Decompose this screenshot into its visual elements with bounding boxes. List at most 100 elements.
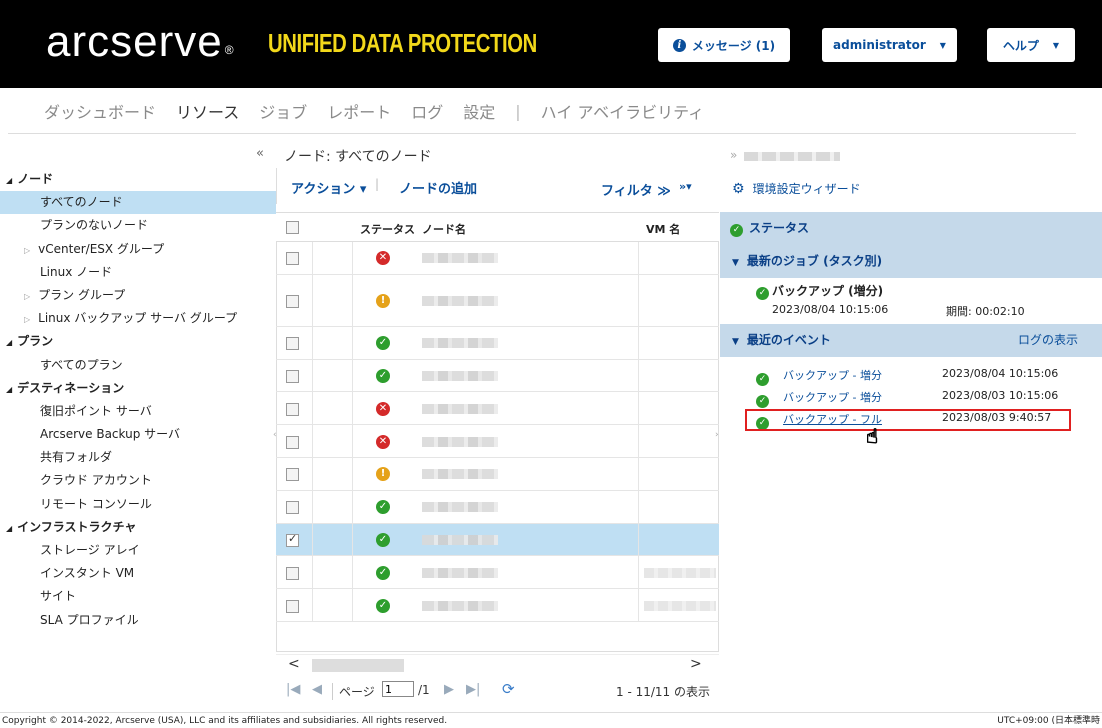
header-bar: arcserve ® UNIFIED DATA PROTECTION i メッセー… xyxy=(0,0,1102,88)
user-menu-button[interactable]: administrator ▼ xyxy=(822,28,957,62)
tree-item[interactable]: ▷ vCenter/ESX グループ xyxy=(0,238,276,261)
row-checkbox[interactable] xyxy=(286,252,299,266)
table-row[interactable]: ! xyxy=(276,458,719,491)
right-resize-grip[interactable]: › xyxy=(715,430,719,440)
tree-group[interactable]: ◢ プラン xyxy=(0,330,276,353)
table-row[interactable]: ✓ xyxy=(276,359,719,393)
col-divider xyxy=(312,490,313,523)
col-vm-name[interactable]: VM 名 xyxy=(646,221,680,237)
tree-item[interactable]: サイト xyxy=(0,585,276,608)
status-section-header[interactable]: ✓ ステータス xyxy=(720,212,1102,245)
menu-logs[interactable]: ログ xyxy=(411,99,443,123)
tree-item[interactable]: Linux ノード xyxy=(0,261,276,284)
latest-jobs-header[interactable]: ▼ 最新のジョブ (タスク別) xyxy=(720,245,1102,278)
hand-cursor-icon: ☝ xyxy=(865,424,879,449)
menu-resources[interactable]: リソース xyxy=(176,99,239,123)
tree-item[interactable]: Arcserve Backup サーバ xyxy=(0,423,276,446)
tree-item[interactable]: ▷ Linux バックアップ サーバ グループ xyxy=(0,307,276,330)
expanded-arrow-icon[interactable]: ◢ xyxy=(6,338,12,347)
first-page-icon[interactable]: |◀ xyxy=(286,682,300,697)
left-resize-grip[interactable]: ‹ xyxy=(273,430,277,440)
tree-label: ノード xyxy=(17,172,54,186)
more-options-button[interactable]: »▾ xyxy=(679,180,692,193)
actions-menu[interactable]: アクション ▾ xyxy=(291,178,366,197)
row-checkbox[interactable] xyxy=(286,435,299,449)
row-checkbox[interactable] xyxy=(286,294,299,308)
table-row[interactable]: ✓ xyxy=(276,523,719,557)
menu-settings[interactable]: 設定 xyxy=(463,99,495,123)
page-input[interactable] xyxy=(382,681,414,697)
expanded-arrow-icon[interactable]: ◢ xyxy=(6,176,12,185)
menu-separator: | xyxy=(515,101,521,121)
tree-item[interactable]: クラウド アカウント xyxy=(0,469,276,492)
tree-item[interactable]: リモート コンソール xyxy=(0,493,276,516)
gear-icon: ⚙ xyxy=(732,181,745,197)
table-row[interactable]: ! xyxy=(276,274,719,327)
tree-group[interactable]: ◢ インフラストラクチャ xyxy=(0,516,276,539)
add-node-button[interactable]: ノードの追加 xyxy=(399,178,477,197)
table-row[interactable]: ✓ xyxy=(276,556,719,590)
refresh-icon[interactable]: ⟳ xyxy=(502,680,515,698)
row-checkbox[interactable] xyxy=(286,402,299,416)
row-checkbox[interactable] xyxy=(286,599,299,613)
tree-item[interactable]: ストレージ アレイ xyxy=(0,539,276,562)
select-all-checkbox[interactable] xyxy=(286,221,299,234)
help-menu-button[interactable]: ヘルプ ▼ xyxy=(987,28,1075,62)
menu-jobs[interactable]: ジョブ xyxy=(259,99,307,123)
event-link[interactable]: バックアップ - 増分 xyxy=(783,391,882,404)
expand-panel-icon[interactable]: » xyxy=(730,148,737,162)
blurred-node-name xyxy=(422,502,498,513)
tree-item[interactable]: プランのないノード xyxy=(0,214,276,237)
expand-arrow-icon[interactable]: ▷ xyxy=(24,246,30,255)
tree-item[interactable]: ▷ プラン グループ xyxy=(0,284,276,307)
row-checkbox[interactable] xyxy=(286,337,299,351)
expanded-arrow-icon[interactable]: ◢ xyxy=(6,385,12,394)
horizontal-scrollbar[interactable]: < > xyxy=(276,654,719,676)
next-page-icon[interactable]: ▶ xyxy=(444,682,454,697)
status-warn-icon: ! xyxy=(376,293,390,308)
tree-item[interactable]: すべてのプラン xyxy=(0,354,276,377)
table-row[interactable]: ✕ xyxy=(276,425,719,458)
row-checkbox[interactable] xyxy=(286,501,299,515)
row-checkbox[interactable] xyxy=(286,369,299,383)
expand-arrow-icon[interactable]: ▷ xyxy=(24,315,30,324)
tree-item[interactable]: SLA プロファイル xyxy=(0,609,276,632)
row-checkbox[interactable] xyxy=(286,566,299,580)
messages-button[interactable]: i メッセージ (1) xyxy=(658,28,790,62)
prev-page-icon[interactable]: ◀ xyxy=(312,682,322,697)
tree-item[interactable]: すべてのノード xyxy=(0,191,276,215)
menu-high-availability[interactable]: ハイ アベイラビリティ xyxy=(541,99,705,123)
collapse-panel-icon[interactable]: « xyxy=(256,146,264,161)
table-row[interactable]: ✕ xyxy=(276,242,719,275)
event-time: 2023/08/03 10:15:06 xyxy=(942,389,1059,402)
tree-item[interactable]: 復旧ポイント サーバ xyxy=(0,400,276,423)
filter-button[interactable]: フィルタ ≫ xyxy=(601,180,671,199)
row-checkbox[interactable] xyxy=(286,532,299,547)
blurred-node-name xyxy=(422,567,498,578)
scroll-left-icon[interactable]: < xyxy=(288,656,300,672)
col-divider xyxy=(638,458,639,490)
recent-events-header[interactable]: ▼ 最近のイベント ログの表示 xyxy=(720,324,1102,357)
table-row[interactable]: ✕ xyxy=(276,392,719,426)
row-checkbox[interactable] xyxy=(286,468,299,482)
menu-reports[interactable]: レポート xyxy=(327,99,391,123)
show-log-link[interactable]: ログの表示 xyxy=(1018,324,1078,357)
expand-arrow-icon[interactable]: ▷ xyxy=(24,292,30,301)
tree-item[interactable]: インスタント VM xyxy=(0,562,276,585)
last-page-icon[interactable]: ▶| xyxy=(466,682,480,697)
event-link[interactable]: バックアップ - 増分 xyxy=(783,369,882,382)
blurred-node-name xyxy=(422,295,498,306)
scroll-thumb[interactable] xyxy=(312,659,404,672)
table-row[interactable]: ✓ xyxy=(276,326,719,360)
config-wizard-link[interactable]: ⚙ 環境設定ウィザード xyxy=(732,180,861,197)
table-row[interactable]: ✓ xyxy=(276,589,719,622)
col-status[interactable]: ステータス xyxy=(360,221,415,237)
tree-group[interactable]: ◢ ノード xyxy=(0,168,276,191)
tree-item[interactable]: 共有フォルダ xyxy=(0,446,276,469)
menu-dashboard[interactable]: ダッシュボード xyxy=(44,99,156,123)
expanded-arrow-icon[interactable]: ◢ xyxy=(6,524,12,533)
table-row[interactable]: ✓ xyxy=(276,490,719,524)
scroll-right-icon[interactable]: > xyxy=(690,656,702,672)
tree-group[interactable]: ◢ デスティネーション xyxy=(0,377,276,400)
col-node-name[interactable]: ノード名 xyxy=(422,221,466,237)
